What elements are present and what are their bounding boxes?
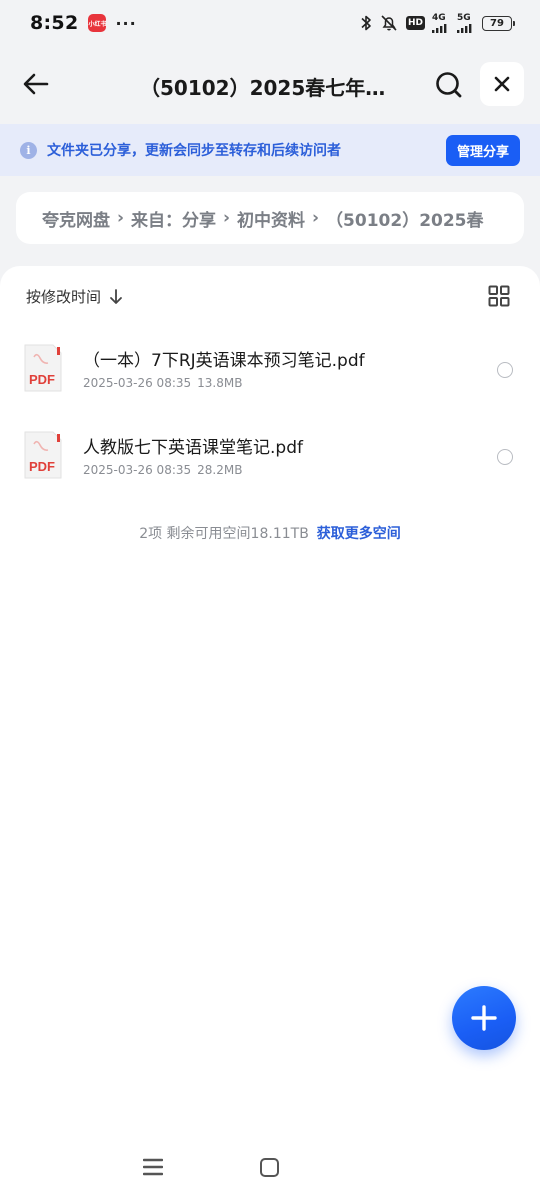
breadcrumb-item-shared[interactable]: 来自：分享 [131,206,216,231]
pdf-file-icon: PDF [24,431,62,479]
arrow-left-icon [23,73,49,95]
share-status-text: 文件夹已分享，更新会同步至转存和后续访问者 [47,143,341,159]
select-checkbox[interactable] [497,362,513,378]
file-date: 2025-03-26 08:35 [83,463,192,477]
file-list-panel: 按修改时间 PDF （一本）7下RJ英语课本预习笔记.pdf 2025-03-2… [0,266,540,1200]
file-meta: 2025-03-26 08:35 13.8MB [83,376,242,390]
battery-level: 79 [490,17,504,29]
manage-share-button[interactable]: 管理分享 [445,134,520,166]
page-title: （50102）2025春七年级... [140,76,400,100]
breadcrumb-separator: › [223,208,231,228]
status-time: 8:52 [30,12,79,34]
home-icon[interactable] [260,1158,279,1177]
nav-back-icon[interactable] [378,1156,398,1178]
breadcrumb-item-folder[interactable]: 初中资料 [237,206,305,231]
status-bar: 8:52 小红书 ··· HD 4G 5G 79 [0,0,540,46]
signal-5g: 5G [457,12,475,33]
grid-view-icon[interactable] [488,285,510,307]
network-4g-label: 4G [432,12,446,23]
breadcrumb-item-current[interactable]: （50102）2025春 [326,206,483,231]
info-icon: i [20,141,37,159]
file-list-item[interactable]: PDF （一本）7下RJ英语课本预习笔记.pdf 2025-03-26 08:3… [0,332,540,412]
more-notifications-icon: ··· [115,13,137,33]
file-list-item[interactable]: PDF 人教版七下英语课堂笔记.pdf 2025-03-26 08:35 28.2… [0,419,540,499]
storage-summary-text: 2项 剩余可用空间18.11TB [139,526,309,542]
file-name: （一本）7下RJ英语课本预习笔记.pdf [83,351,365,371]
search-icon [436,72,462,98]
pdf-file-icon: PDF [24,344,62,392]
share-status-banner: i 文件夹已分享，更新会同步至转存和后续访问者 管理分享 [0,124,540,176]
plus-icon [471,1005,497,1031]
file-name: 人教版七下英语课堂笔记.pdf [83,438,303,458]
recent-apps-icon[interactable] [143,1158,163,1176]
file-size: 28.2MB [197,463,243,477]
app-notification-icon: 小红书 [88,14,106,32]
bluetooth-icon [361,15,371,31]
battery-icon: 79 [482,15,515,31]
network-5g-label: 5G [457,12,471,23]
signal-bars-icon [432,23,447,33]
file-meta: 2025-03-26 08:35 28.2MB [83,463,242,477]
hd-voice-icon: HD [405,16,425,30]
file-date: 2025-03-26 08:35 [83,376,192,390]
select-checkbox[interactable] [497,449,513,465]
signal-bars-icon [457,23,472,33]
breadcrumb: 夸克网盘 › 来自：分享 › 初中资料 › （50102）2025春 [16,192,524,244]
add-button[interactable] [452,986,516,1050]
storage-summary: 2项 剩余可用空间18.11TB 获取更多空间 [0,523,540,543]
status-icons: HD 4G 5G 79 [360,12,515,33]
back-button[interactable] [18,66,54,102]
get-more-space-link[interactable]: 获取更多空间 [317,526,401,542]
breadcrumb-item-root[interactable]: 夸克网盘 [42,206,110,231]
sort-button[interactable]: 按修改时间 [26,286,123,307]
mute-bell-icon [381,15,397,31]
system-nav-bar [0,1140,540,1200]
pdf-type-label: PDF [29,459,55,474]
file-size: 13.8MB [197,376,243,390]
breadcrumb-separator: › [312,208,320,228]
arrow-down-icon [110,288,122,304]
pdf-type-label: PDF [29,372,55,387]
sort-label: 按修改时间 [26,288,102,306]
close-button[interactable] [480,62,524,106]
close-icon [494,76,510,92]
breadcrumb-separator: › [117,208,125,228]
search-button[interactable] [432,68,466,102]
signal-4g: 4G [432,12,450,33]
top-app-bar: （50102）2025春七年级... [0,52,540,118]
